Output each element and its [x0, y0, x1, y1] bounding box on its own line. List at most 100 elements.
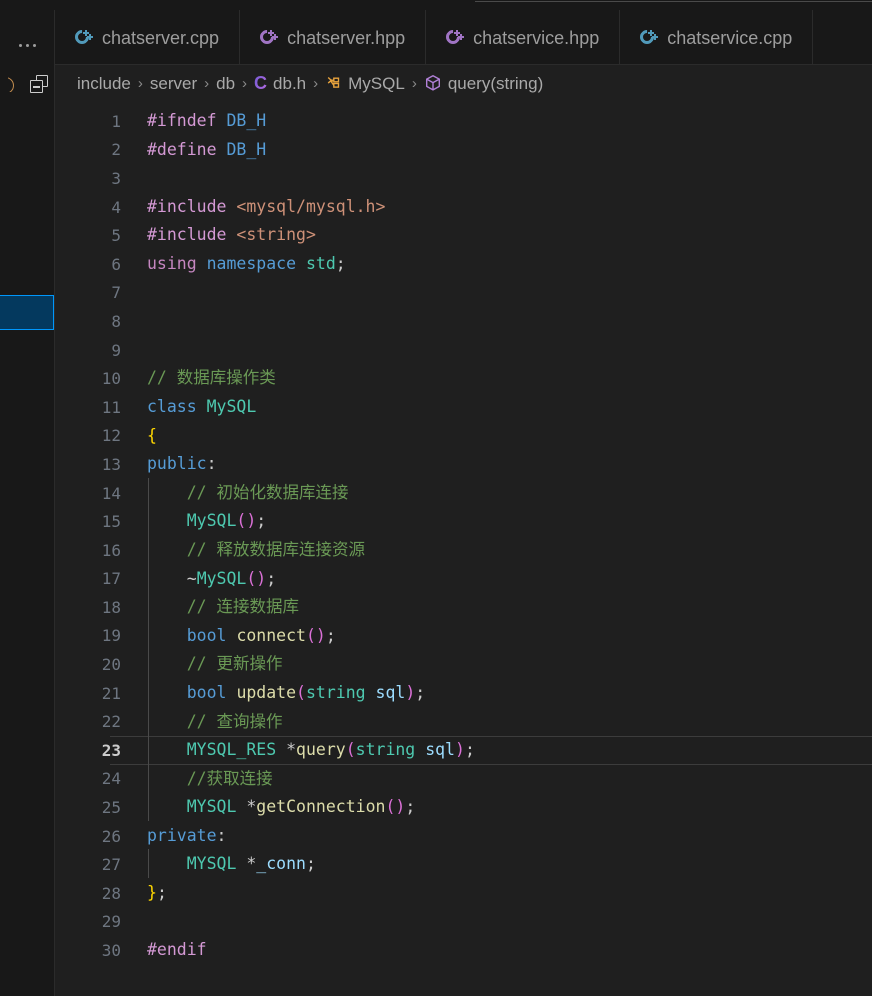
breadcrumb-item-server[interactable]: server [150, 75, 197, 92]
code-line[interactable]: 9 [55, 336, 872, 365]
breadcrumb-item-query-string-[interactable]: query(string) [424, 74, 543, 92]
code-line[interactable]: 26 private: [55, 822, 872, 851]
code-line[interactable]: 25 MYSQL *getConnection(); [55, 792, 872, 822]
editor-tab-chatserver-hpp[interactable]: chatserver.hpp [240, 10, 427, 64]
code-token: * [276, 740, 297, 760]
editor-column: chatserver.cpp chatserver.hpp chatservice.… [55, 10, 872, 996]
code-line[interactable]: 15 MySQL(); [55, 506, 872, 536]
code-line[interactable]: 20 // 更新操作 [55, 649, 872, 679]
code-token: ( [246, 568, 257, 588]
breadcrumb-item-include[interactable]: include [77, 75, 131, 92]
code-line[interactable]: 5 #include <string> [55, 221, 872, 250]
code-token: #ifndef [147, 111, 217, 131]
code-line[interactable]: 1 #ifndef DB_H [55, 107, 872, 136]
editor-tab-chatservice-hpp[interactable]: chatservice.hpp [426, 10, 621, 64]
breadcrumb-item-label: db.h [273, 73, 307, 93]
code-line[interactable]: 8 [55, 307, 872, 336]
editor-tab-chatserver-cpp[interactable]: chatserver.cpp [55, 10, 241, 64]
line-number: 25 [101, 798, 121, 818]
code-line[interactable]: 28}; [55, 879, 872, 908]
indent-guide [148, 792, 149, 822]
code-line[interactable]: 4 #include <mysql/mysql.h> [55, 193, 872, 222]
code-line[interactable]: 13 public: [55, 450, 872, 479]
code-token: private [147, 825, 217, 845]
line-number: 20 [101, 655, 121, 675]
code-token: : [206, 454, 217, 474]
code-token: class [147, 396, 197, 416]
line-content: bool update(string sql); [147, 677, 872, 707]
code-line[interactable]: 24 //获取连接 [55, 763, 872, 794]
line-content: private: [147, 825, 872, 845]
indent-guide [148, 735, 149, 765]
indent-guide [148, 592, 149, 622]
line-number: 8 [111, 311, 121, 331]
code-line[interactable]: 29 [55, 908, 872, 937]
ellipsis-dot [26, 43, 29, 47]
code-line[interactable]: 16 // 释放数据库连接资源 [55, 534, 872, 565]
code-line[interactable]: 17 ~MySQL(); [55, 563, 872, 594]
code-token: { [147, 425, 157, 445]
breadcrumb-item-label: db [216, 73, 236, 93]
breadcrumb-separator: › [204, 74, 210, 92]
selected-explorer-item[interactable] [0, 295, 54, 330]
code-token: #include [147, 196, 227, 216]
line-content: // 释放数据库连接资源 [147, 534, 872, 564]
indent-guide [148, 649, 149, 679]
code-line[interactable]: 3 [55, 164, 872, 193]
code-line[interactable]: 12 { [55, 422, 872, 451]
breadcrumb-item-mysql[interactable]: MySQL [325, 75, 405, 92]
activity-rail [0, 10, 55, 996]
breadcrumb-item-db-h[interactable]: Cdb.h [254, 74, 306, 92]
code-line[interactable]: 7 [55, 279, 872, 308]
editor-tab-chatservice-cpp[interactable]: chatservice.cpp [620, 10, 814, 64]
code-token: bool [186, 625, 227, 645]
cpp-icon-plus [652, 34, 659, 40]
code-editor[interactable]: 1 #ifndef DB_H 2 #define DB_H 3 4 #include <my… [55, 101, 872, 996]
code-token: ) [246, 511, 257, 531]
code-line[interactable]: 22 // 查询操作 [55, 706, 872, 736]
code-line[interactable]: 2 #define DB_H [55, 136, 872, 165]
code-line[interactable]: 10 // 数据库操作类 [55, 364, 872, 393]
code-line[interactable]: 30 #endif [55, 936, 872, 965]
code-line[interactable]: 18 // 连接数据库 [55, 592, 872, 622]
collapse-all-icon[interactable] [30, 75, 48, 93]
code-token: ; [266, 568, 277, 588]
breadcrumb-item-db[interactable]: db [216, 75, 235, 92]
code-line[interactable]: 23 MYSQL_RES *query(string sql); [55, 735, 872, 765]
code-token: MYSQL_RES [186, 740, 277, 760]
line-number: 7 [111, 283, 121, 303]
line-number: 9 [111, 340, 121, 360]
line-number: 28 [101, 883, 121, 903]
line-number: 4 [111, 197, 121, 217]
code-line[interactable]: 11 class MySQL [55, 393, 872, 422]
code-line[interactable]: 27 MYSQL *_conn; [55, 849, 872, 879]
code-token: MySQL [196, 568, 247, 588]
code-token: ) [395, 797, 406, 817]
code-token: ) [256, 568, 267, 588]
line-content: // 数据库操作类 [147, 370, 872, 387]
code-line[interactable]: 19 bool connect(); [55, 620, 872, 651]
line-content: //获取连接 [147, 763, 872, 793]
code-line[interactable]: 21 bool update(string sql); [55, 677, 872, 708]
code-line[interactable]: 14 // 初始化数据库连接 [55, 477, 872, 508]
editor-tab-label: chatserver.cpp [102, 27, 220, 48]
ellipsis-icon[interactable] [15, 38, 40, 53]
code-token: * [236, 854, 257, 874]
code-line[interactable]: 6 using namespace std; [55, 250, 872, 279]
line-number: 30 [101, 941, 121, 961]
collapse-icon-minus [33, 85, 40, 88]
breadcrumb-item-label: include [77, 73, 131, 93]
c-header-file-icon: C [254, 73, 268, 93]
rail-actions [0, 21, 55, 69]
code-token: string [355, 740, 416, 760]
